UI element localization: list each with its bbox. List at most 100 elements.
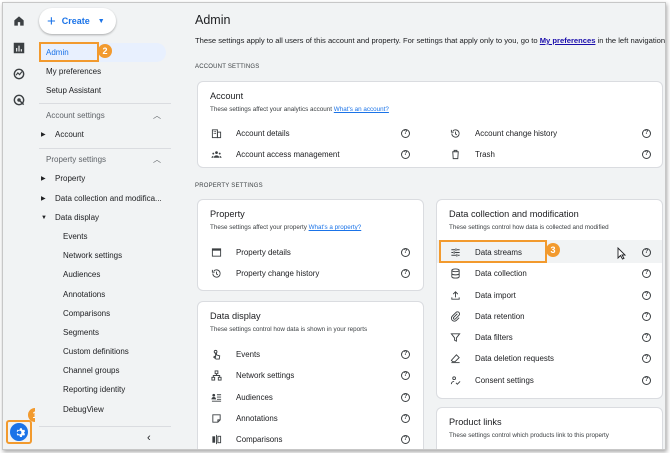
callout-badge-3: 3 xyxy=(546,243,560,257)
trash-icon xyxy=(449,148,461,160)
sidebar-item-segments[interactable]: Segments xyxy=(35,323,175,342)
gear-icon[interactable] xyxy=(10,423,28,441)
row-label: Annotations xyxy=(236,413,278,423)
chevron-left-icon[interactable]: ‹ xyxy=(147,432,151,444)
help-icon[interactable]: ? xyxy=(642,311,651,321)
eraser-icon xyxy=(449,352,461,364)
help-icon[interactable]: ? xyxy=(401,149,410,159)
network-icon xyxy=(210,369,222,381)
product-links-card: Product links These settings control whi… xyxy=(436,407,663,449)
help-icon[interactable]: ? xyxy=(642,353,651,363)
help-icon[interactable]: ? xyxy=(642,128,651,138)
sidebar-item-account[interactable]: ▶ Account xyxy=(35,125,175,144)
sidebar-item-reporting-identity[interactable]: Reporting identity xyxy=(35,380,175,399)
card-desc-text: These settings affect your analytics acc… xyxy=(210,106,334,113)
description-end: in the left navigation. xyxy=(595,36,666,45)
advertising-icon[interactable] xyxy=(11,92,27,108)
row-events[interactable]: Events ? xyxy=(210,344,410,364)
row-data-filters[interactable]: Data filters ? xyxy=(449,327,651,347)
history-icon xyxy=(449,127,461,139)
whats-an-account-link[interactable]: What's an account? xyxy=(334,106,389,113)
sidebar-item-my-preferences[interactable]: My preferences xyxy=(35,62,175,81)
row-label: Data retention xyxy=(475,311,525,321)
row-trash[interactable]: Trash ? xyxy=(449,144,651,164)
card-title: Data collection and modification xyxy=(449,209,579,219)
touch-icon xyxy=(210,348,222,360)
chevron-up-icon: ︿ xyxy=(153,155,161,164)
help-icon[interactable]: ? xyxy=(401,247,410,257)
row-label: Data deletion requests xyxy=(475,353,554,363)
admin-settings-highlight[interactable] xyxy=(6,420,32,444)
card-title: Data display xyxy=(210,311,261,321)
data-collection-card: Data collection and modification These s… xyxy=(436,199,663,399)
card-description: These settings control which products li… xyxy=(449,432,609,439)
help-icon[interactable]: ? xyxy=(401,128,410,138)
sidebar-item-data-collection[interactable]: ▶ Data collection and modifica... xyxy=(35,189,175,208)
explore-icon[interactable] xyxy=(11,66,27,82)
sidebar-item-comparisons[interactable]: Comparisons xyxy=(35,304,175,323)
sidebar-item-channel-groups[interactable]: Channel groups xyxy=(35,361,175,380)
help-icon[interactable]: ? xyxy=(642,247,651,257)
reports-icon[interactable] xyxy=(11,40,27,56)
sidebar-footer-divider xyxy=(39,426,171,427)
sidebar-item-setup-assistant[interactable]: Setup Assistant xyxy=(35,81,175,100)
app-window: 1 + Create ▼ Admin 2 My preferences Setu… xyxy=(2,2,666,450)
sidebar-item-property[interactable]: ▶ Property xyxy=(35,169,175,188)
sidebar-item-data-display[interactable]: ▼ Data display xyxy=(35,208,175,227)
row-property-change-history[interactable]: Property change history ? xyxy=(210,263,410,283)
row-label: Data filters xyxy=(475,332,513,342)
page-title: Admin xyxy=(195,13,231,27)
row-annotations[interactable]: Annotations ? xyxy=(210,408,410,428)
row-data-deletion-requests[interactable]: Data deletion requests ? xyxy=(449,348,651,368)
row-consent-settings[interactable]: Consent settings ? xyxy=(449,370,651,390)
row-comparisons[interactable]: Comparisons ? xyxy=(210,429,410,449)
help-icon[interactable]: ? xyxy=(642,290,651,300)
row-data-collection[interactable]: Data collection ? xyxy=(449,263,651,283)
row-label: Network settings xyxy=(236,370,295,380)
card-title: Product links xyxy=(449,417,502,427)
sidebar-item-custom-definitions[interactable]: Custom definitions xyxy=(35,342,175,361)
home-icon[interactable] xyxy=(11,13,27,29)
help-icon[interactable]: ? xyxy=(401,268,410,278)
people-icon xyxy=(210,148,222,160)
help-icon[interactable]: ? xyxy=(642,149,651,159)
my-preferences-link[interactable]: My preferences xyxy=(540,36,596,45)
expand-arrow-icon: ▶ xyxy=(41,132,46,138)
sidebar-section-property-settings[interactable]: Property settings ︿ xyxy=(35,150,175,169)
card-description: These settings affect your property What… xyxy=(210,224,361,231)
row-data-import[interactable]: Data import ? xyxy=(449,285,651,305)
row-network-settings[interactable]: Network settings ? xyxy=(210,365,410,385)
mouse-cursor-icon xyxy=(617,247,626,260)
property-card: Property These settings affect your prop… xyxy=(197,199,424,291)
help-icon[interactable]: ? xyxy=(401,392,410,402)
row-account-access-management[interactable]: Account access management ? xyxy=(210,144,410,164)
sidebar-item-audiences[interactable]: Audiences xyxy=(35,265,175,284)
help-icon[interactable]: ? xyxy=(642,268,651,278)
sidebar-item-debugview[interactable]: DebugView xyxy=(35,400,175,419)
section-label: Account settings xyxy=(46,111,105,120)
row-audiences[interactable]: Audiences ? xyxy=(210,387,410,407)
help-icon[interactable]: ? xyxy=(401,370,410,380)
sidebar-item-events[interactable]: Events xyxy=(35,227,175,246)
create-button[interactable]: + Create ▼ xyxy=(39,8,116,34)
sidebar-section-account-settings[interactable]: Account settings ︿ xyxy=(35,106,175,125)
row-property-details[interactable]: Property details ? xyxy=(210,242,410,262)
note-icon xyxy=(210,412,222,424)
row-account-details[interactable]: Account details ? xyxy=(210,123,410,143)
help-icon[interactable]: ? xyxy=(401,413,410,423)
building-icon xyxy=(210,127,222,139)
row-account-change-history[interactable]: Account change history ? xyxy=(449,123,651,143)
help-icon[interactable]: ? xyxy=(642,375,651,385)
sidebar-divider xyxy=(39,103,171,104)
whats-a-property-link[interactable]: What's a property? xyxy=(309,224,362,231)
sidebar-item-annotations[interactable]: Annotations xyxy=(35,285,175,304)
help-icon[interactable]: ? xyxy=(401,349,410,359)
admin-sidebar: + Create ▼ Admin 2 My preferences Setup … xyxy=(35,3,175,449)
help-icon[interactable]: ? xyxy=(642,332,651,342)
account-settings-header: ACCOUNT SETTINGS xyxy=(195,64,260,70)
row-data-retention[interactable]: Data retention ? xyxy=(449,306,651,326)
expand-arrow-icon: ▶ xyxy=(41,196,46,202)
sidebar-item-network-settings[interactable]: Network settings xyxy=(35,246,175,265)
page-description: These settings apply to all users of thi… xyxy=(195,36,666,45)
help-icon[interactable]: ? xyxy=(401,434,410,444)
